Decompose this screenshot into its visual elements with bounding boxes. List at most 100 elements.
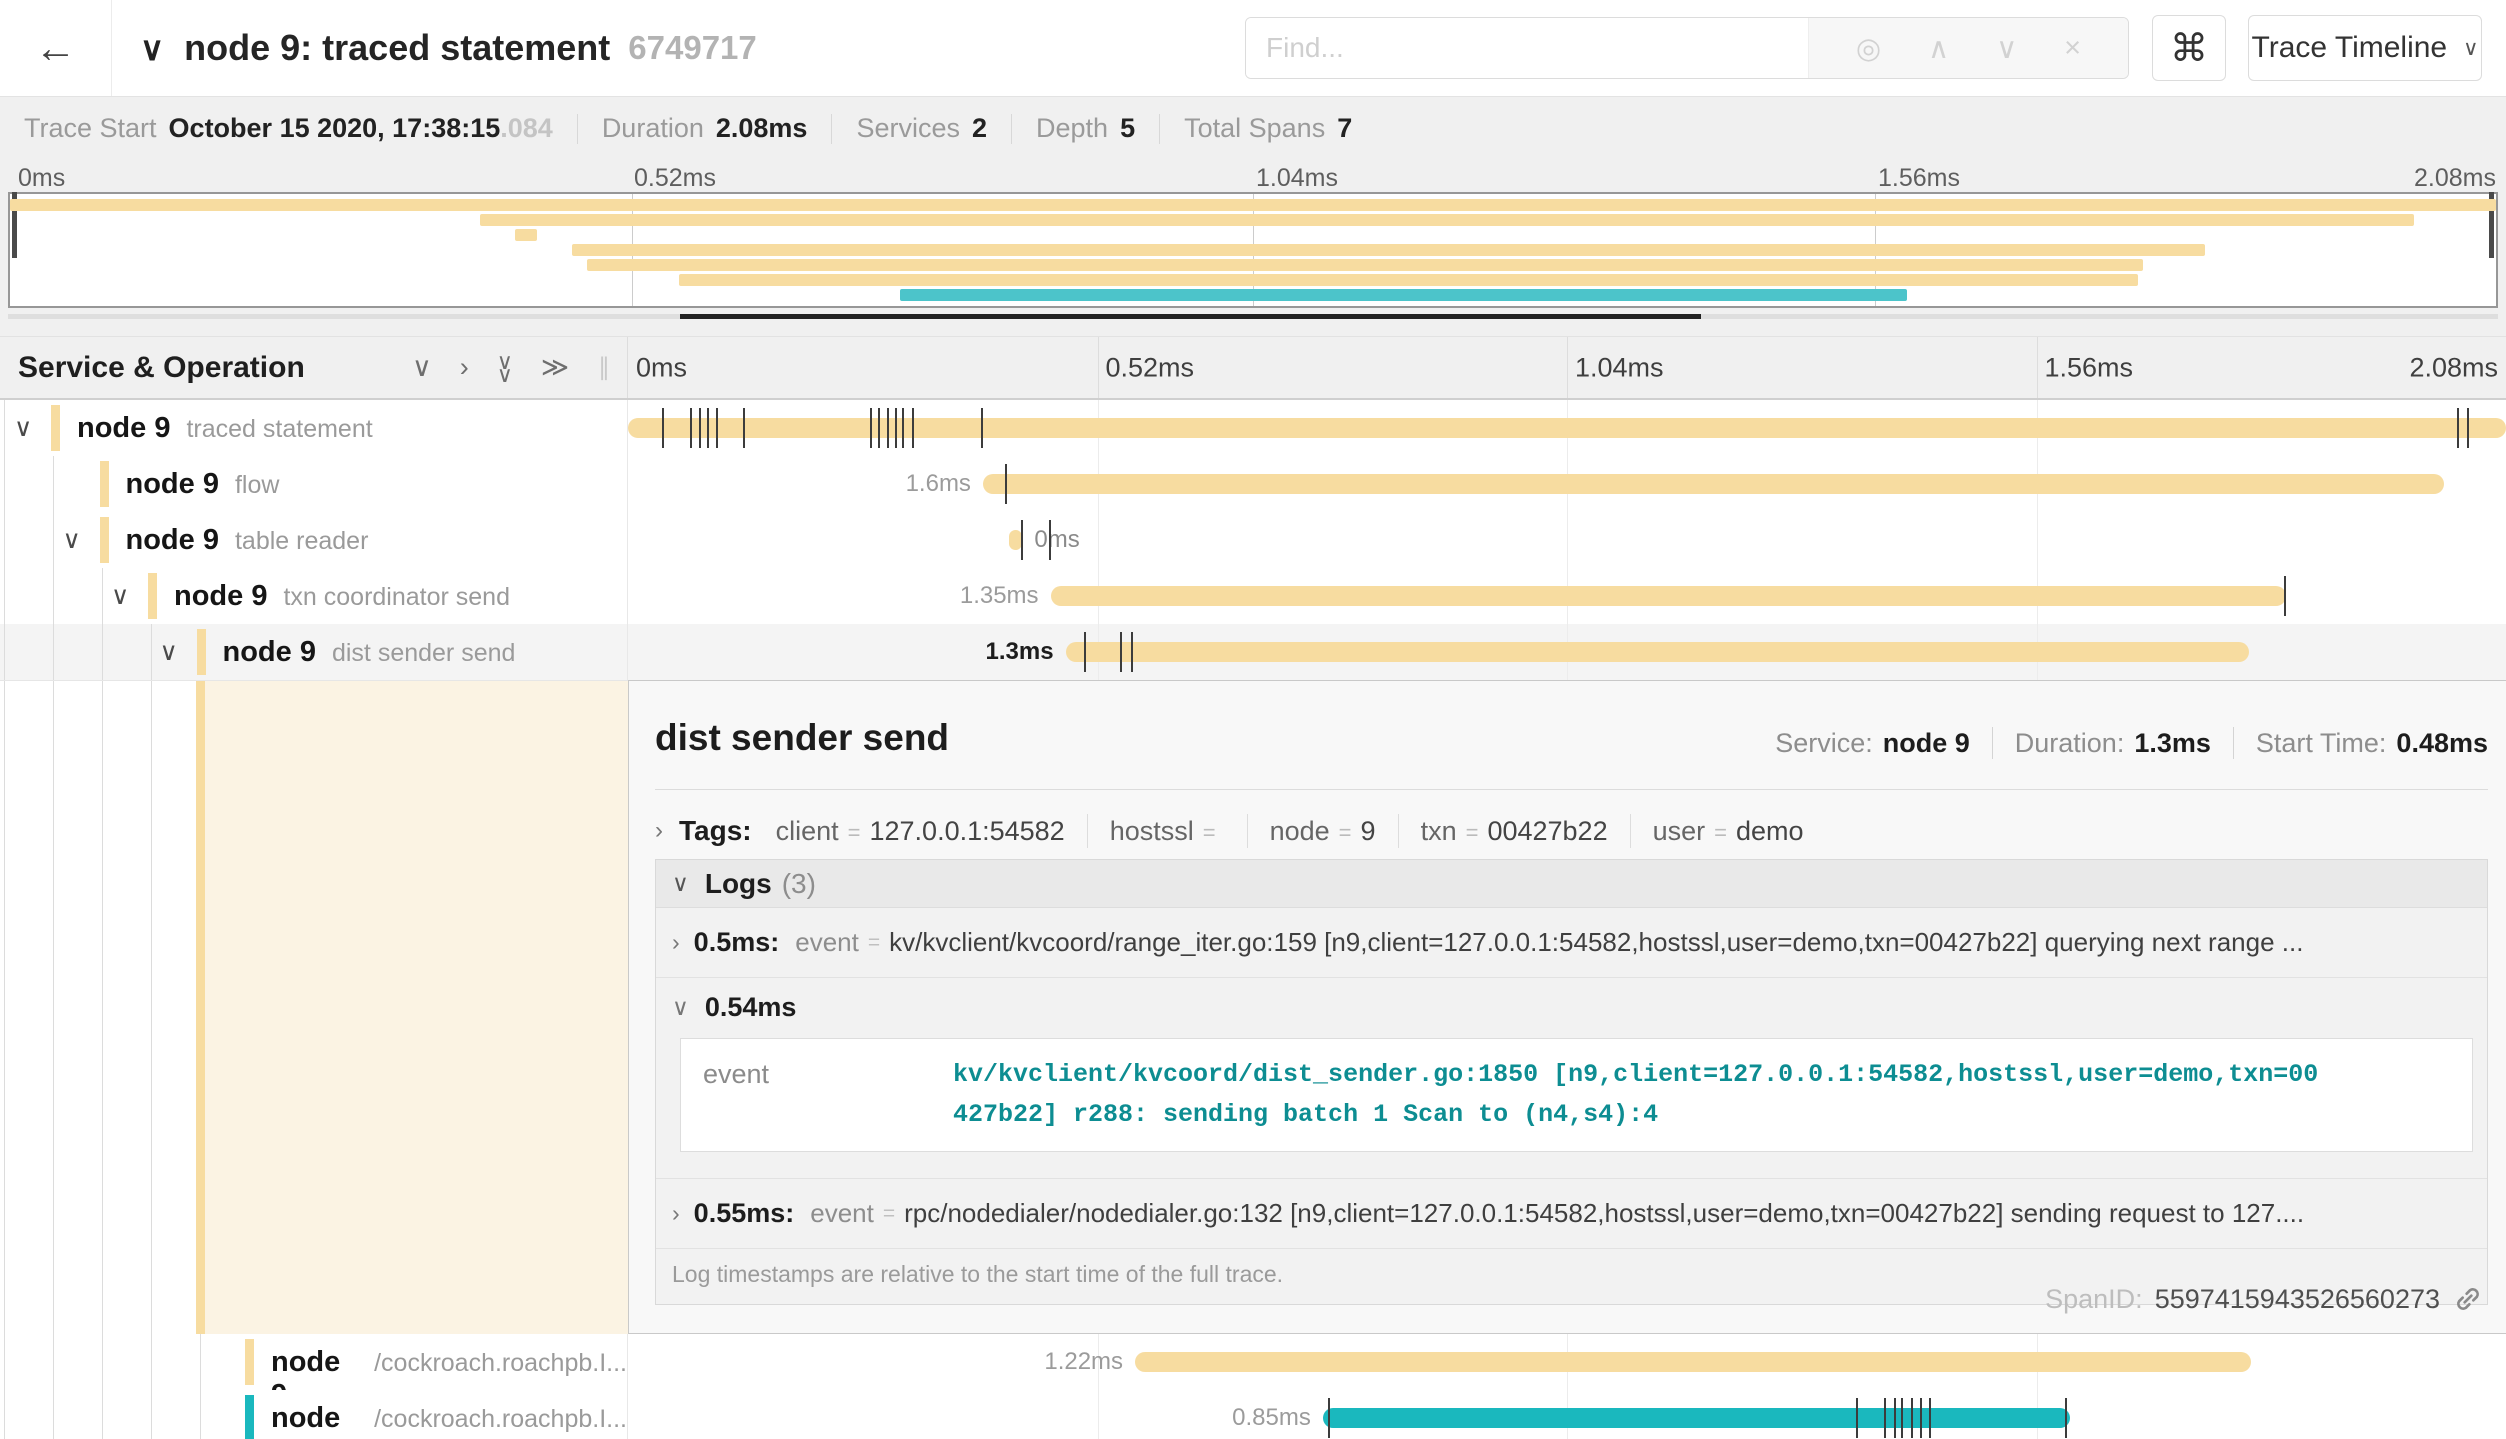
logs-title: Logs — [705, 868, 772, 900]
next-match-icon[interactable]: ∨ — [1996, 31, 2017, 66]
collapse-all-chevron-down-icon[interactable]: ∨ — [412, 352, 432, 383]
span-name-wrap: node 9/cockroach.roachpb.I... — [271, 1334, 627, 1390]
span-row-name-cell[interactable]: node 4/cockroach.roachpb.I... — [0, 1390, 628, 1439]
span-row[interactable]: node 4/cockroach.roachpb.I... 0.85ms — [0, 1390, 2506, 1439]
span-row-timeline-cell[interactable]: 1.22ms — [628, 1334, 2506, 1390]
span-row[interactable]: node 9flow1.6ms — [0, 456, 2506, 512]
span-row[interactable]: node 9/cockroach.roachpb.I...1.22ms — [0, 1334, 2506, 1390]
find-input[interactable] — [1246, 18, 1808, 78]
tag-item: user = demo — [1653, 816, 1804, 847]
span-row-name-cell[interactable]: node 9flow — [0, 456, 628, 512]
log-marker-tick — [1131, 632, 1133, 672]
double-chevron-down-icon[interactable]: ∨∨ — [497, 355, 513, 381]
operation-name: flow — [235, 471, 279, 500]
span-bar[interactable] — [983, 474, 2444, 494]
chevron-down-icon[interactable]: ∨ — [63, 525, 81, 555]
keyboard-shortcuts-button[interactable]: ⌘ — [2152, 15, 2226, 81]
span-row[interactable]: ∨node 9traced statement — [0, 400, 2506, 456]
span-row-name-cell[interactable]: node 9/cockroach.roachpb.I... — [0, 1334, 628, 1390]
chevron-down-icon[interactable]: ∨ — [14, 413, 32, 443]
tree-guide-rail — [4, 400, 5, 456]
span-row-name-cell[interactable]: ∨node 9txn coordinator send — [0, 568, 628, 624]
stat-label: Services — [856, 113, 960, 144]
span-color-bar — [197, 629, 206, 675]
tag-key: client — [776, 816, 839, 847]
tag-key: user — [1653, 816, 1706, 847]
tree-guide-rail — [151, 681, 152, 1334]
tag-item: hostssl = — [1110, 816, 1225, 847]
link-icon[interactable] — [2452, 1283, 2484, 1315]
expand-chevron-right-icon[interactable]: › — [460, 352, 469, 383]
equals-sign: = — [1203, 820, 1216, 846]
tags-row[interactable]: › Tags: client = 127.0.0.1:54582 hostssl… — [655, 807, 1804, 855]
log-marker-tick — [743, 408, 745, 448]
span-row-timeline-cell[interactable]: 1.6ms — [628, 456, 2506, 512]
trace-view-selector[interactable]: Trace Timeline ∨ — [2248, 15, 2482, 81]
span-bar[interactable] — [628, 418, 2506, 438]
chevron-down-icon[interactable]: ∨ — [111, 581, 129, 611]
trace-view-selector-label: Trace Timeline — [2252, 31, 2448, 65]
logs-count: (3) — [782, 868, 816, 900]
span-bar[interactable] — [1135, 1352, 2251, 1372]
span-color-bar — [100, 517, 109, 563]
span-detail-meta: Service: node 9 Duration: 1.3ms Start Ti… — [1775, 727, 2488, 759]
span-row-name-cell[interactable]: ∨node 9table reader — [0, 512, 628, 568]
log-marker-tick — [1901, 1398, 1903, 1438]
tag-key: txn — [1421, 816, 1457, 847]
span-color-bar — [245, 1395, 254, 1439]
span-row-timeline-cell[interactable]: 1.3ms — [628, 624, 2506, 680]
span-detail-left-gutter — [0, 680, 628, 1334]
log-entry[interactable]: › 0.55ms: event = rpc/nodedialer/nodedia… — [656, 1178, 2487, 1248]
log-marker-tick — [870, 408, 872, 448]
double-chevron-right-icon[interactable]: ≫ — [541, 352, 569, 383]
minimap-scrub-handle[interactable] — [680, 314, 1701, 319]
tree-guide-rail — [53, 568, 54, 624]
column-resize-handle[interactable]: ∥ — [598, 337, 610, 398]
span-bar[interactable] — [1066, 642, 2249, 662]
span-row[interactable]: ∨node 9table reader0ms — [0, 512, 2506, 568]
span-row-name-cell[interactable]: ∨ node 9dist sender send — [0, 624, 628, 680]
span-name-wrap: node 9dist sender send — [223, 624, 516, 680]
log-marker-tick — [1856, 1398, 1858, 1438]
divider — [831, 114, 832, 144]
span-row-name-cell[interactable]: ∨node 9traced statement — [0, 400, 628, 456]
tree-guide-rail — [4, 568, 5, 624]
span-bar[interactable] — [1323, 1408, 2070, 1428]
chevron-right-icon[interactable]: › — [655, 817, 663, 845]
chevron-right-icon: › — [672, 929, 680, 956]
log-marker-tick — [1049, 520, 1051, 560]
chevron-down-icon[interactable]: ∨ — [160, 637, 178, 667]
clear-search-icon[interactable]: × — [2064, 32, 2081, 65]
back-button[interactable]: ← — [0, 0, 112, 96]
log-entry-expanded-header[interactable]: ∨ 0.54ms — [656, 978, 2487, 1036]
span-row-timeline-cell[interactable] — [628, 400, 2506, 456]
span-row-timeline-cell[interactable]: 0ms — [628, 512, 2506, 568]
span-row[interactable]: ∨ node 9dist sender send 1.3ms — [0, 624, 2506, 680]
meta-value: node 9 — [1883, 728, 1970, 759]
log-marker-tick — [895, 408, 897, 448]
chevron-down-icon[interactable]: ∨ — [140, 29, 164, 68]
service-operation-header: Service & Operation ∨ › ∨∨ ≫ ∥ — [0, 337, 628, 398]
tree-guide-rail — [4, 456, 5, 512]
trace-title-wrap: ∨ node 9: traced statement 6749717 — [140, 0, 757, 96]
match-locate-icon[interactable]: ◎ — [1856, 31, 1881, 66]
log-entry[interactable]: › 0.5ms: event = kv/kvclient/kvcoord/ran… — [656, 908, 2487, 978]
tag-item: node = 9 — [1270, 816, 1376, 847]
log-event-message: kv/kvclient/kvcoord/dist_sender.go:1850 … — [953, 1055, 2318, 1135]
logs-header[interactable]: ∨ Logs (3) — [656, 860, 2487, 908]
span-row[interactable]: ∨node 9txn coordinator send1.35ms — [0, 568, 2506, 624]
span-bar[interactable] — [1051, 586, 2287, 606]
span-row-timeline-cell[interactable]: 0.85ms — [628, 1390, 2506, 1439]
span-duration-label: 0.85ms — [1232, 1404, 1311, 1432]
previous-match-icon[interactable]: ∧ — [1928, 31, 1949, 66]
operation-name: traced statement — [186, 415, 372, 444]
log-marker-tick — [981, 408, 983, 448]
span-detail-title: dist sender send — [655, 717, 949, 759]
find-group: ◎ ∧ ∨ × — [1245, 17, 2129, 79]
log-marker-tick — [1005, 464, 1007, 504]
tags-label: Tags: — [679, 815, 752, 847]
log-event-message-line: kv/kvclient/kvcoord/dist_sender.go:1850 … — [953, 1055, 2318, 1095]
stat-value: October 15 2020, 17:38:15 — [169, 113, 501, 144]
span-row-timeline-cell[interactable]: 1.35ms — [628, 568, 2506, 624]
minimap-canvas[interactable] — [8, 192, 2498, 308]
